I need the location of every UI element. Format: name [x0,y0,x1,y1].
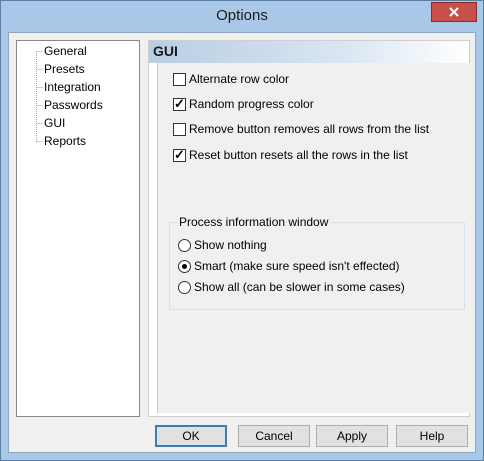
panel-title: GUI [153,43,178,59]
alternate-row-color-label: Alternate row color [189,72,290,86]
tree-item-general[interactable]: General [42,43,89,59]
remove-button-label: Remove button removes all rows from the … [189,122,430,136]
close-button[interactable] [431,2,477,22]
alternate-row-color-option[interactable]: Alternate row color [173,71,289,87]
show-nothing-label: Show nothing [194,238,267,252]
remove-button-option[interactable]: Remove button removes all rows from the … [173,121,429,137]
tree-item-passwords[interactable]: Passwords [42,97,105,113]
random-progress-color-option[interactable]: ✓ Random progress color [173,96,314,112]
dialog-client-area: General Presets Integration Passwords GU… [8,32,476,453]
smart-label: Smart (make sure speed isn't effected) [194,259,400,273]
show-all-radio[interactable] [178,280,191,294]
category-tree[interactable]: General Presets Integration Passwords GU… [16,40,140,417]
checkmark-icon: ✓ [174,95,185,111]
options-window: Options General Presets Integration Pass… [0,0,484,461]
random-progress-color-label: Random progress color [189,97,314,111]
smart-radio[interactable] [178,259,191,273]
tree-item-reports[interactable]: Reports [42,133,88,149]
tree-item-presets[interactable]: Presets [42,61,87,77]
reset-button-option[interactable]: ✓ Reset button resets all the rows in th… [173,147,408,163]
smart-option[interactable]: Smart (make sure speed isn't effected) [178,258,400,274]
remove-button-checkbox[interactable] [173,122,186,136]
tree-item-gui[interactable]: GUI [42,115,67,131]
process-information-group-label: Process information window [177,215,331,229]
help-button[interactable]: Help [396,425,468,447]
panel-header: GUI [149,41,469,63]
tree-item-integration[interactable]: Integration [42,79,103,95]
reset-button-label: Reset button resets all the rows in the … [189,148,408,162]
apply-button[interactable]: Apply [316,425,388,447]
cancel-button[interactable]: Cancel [238,425,310,447]
random-progress-color-checkbox[interactable]: ✓ [173,95,186,111]
show-all-label: Show all (can be slower in some cases) [194,280,405,294]
show-nothing-radio[interactable] [178,238,191,252]
window-title: Options [216,7,268,24]
reset-button-checkbox[interactable]: ✓ [173,146,186,162]
radio-selected-dot [182,263,187,269]
settings-panel: GUI Alternate row color ✓ Random progres… [148,40,473,417]
title-bar[interactable]: Options [1,1,483,32]
close-icon [449,7,459,17]
ok-button[interactable]: OK [155,425,227,447]
gui-settings-area: Alternate row color ✓ Random progress co… [157,63,473,413]
show-nothing-option[interactable]: Show nothing [178,237,267,253]
process-information-group: Process information window Show nothing … [169,215,465,310]
checkmark-icon: ✓ [174,146,185,162]
show-all-option[interactable]: Show all (can be slower in some cases) [178,279,405,295]
alternate-row-color-checkbox[interactable] [173,72,186,86]
